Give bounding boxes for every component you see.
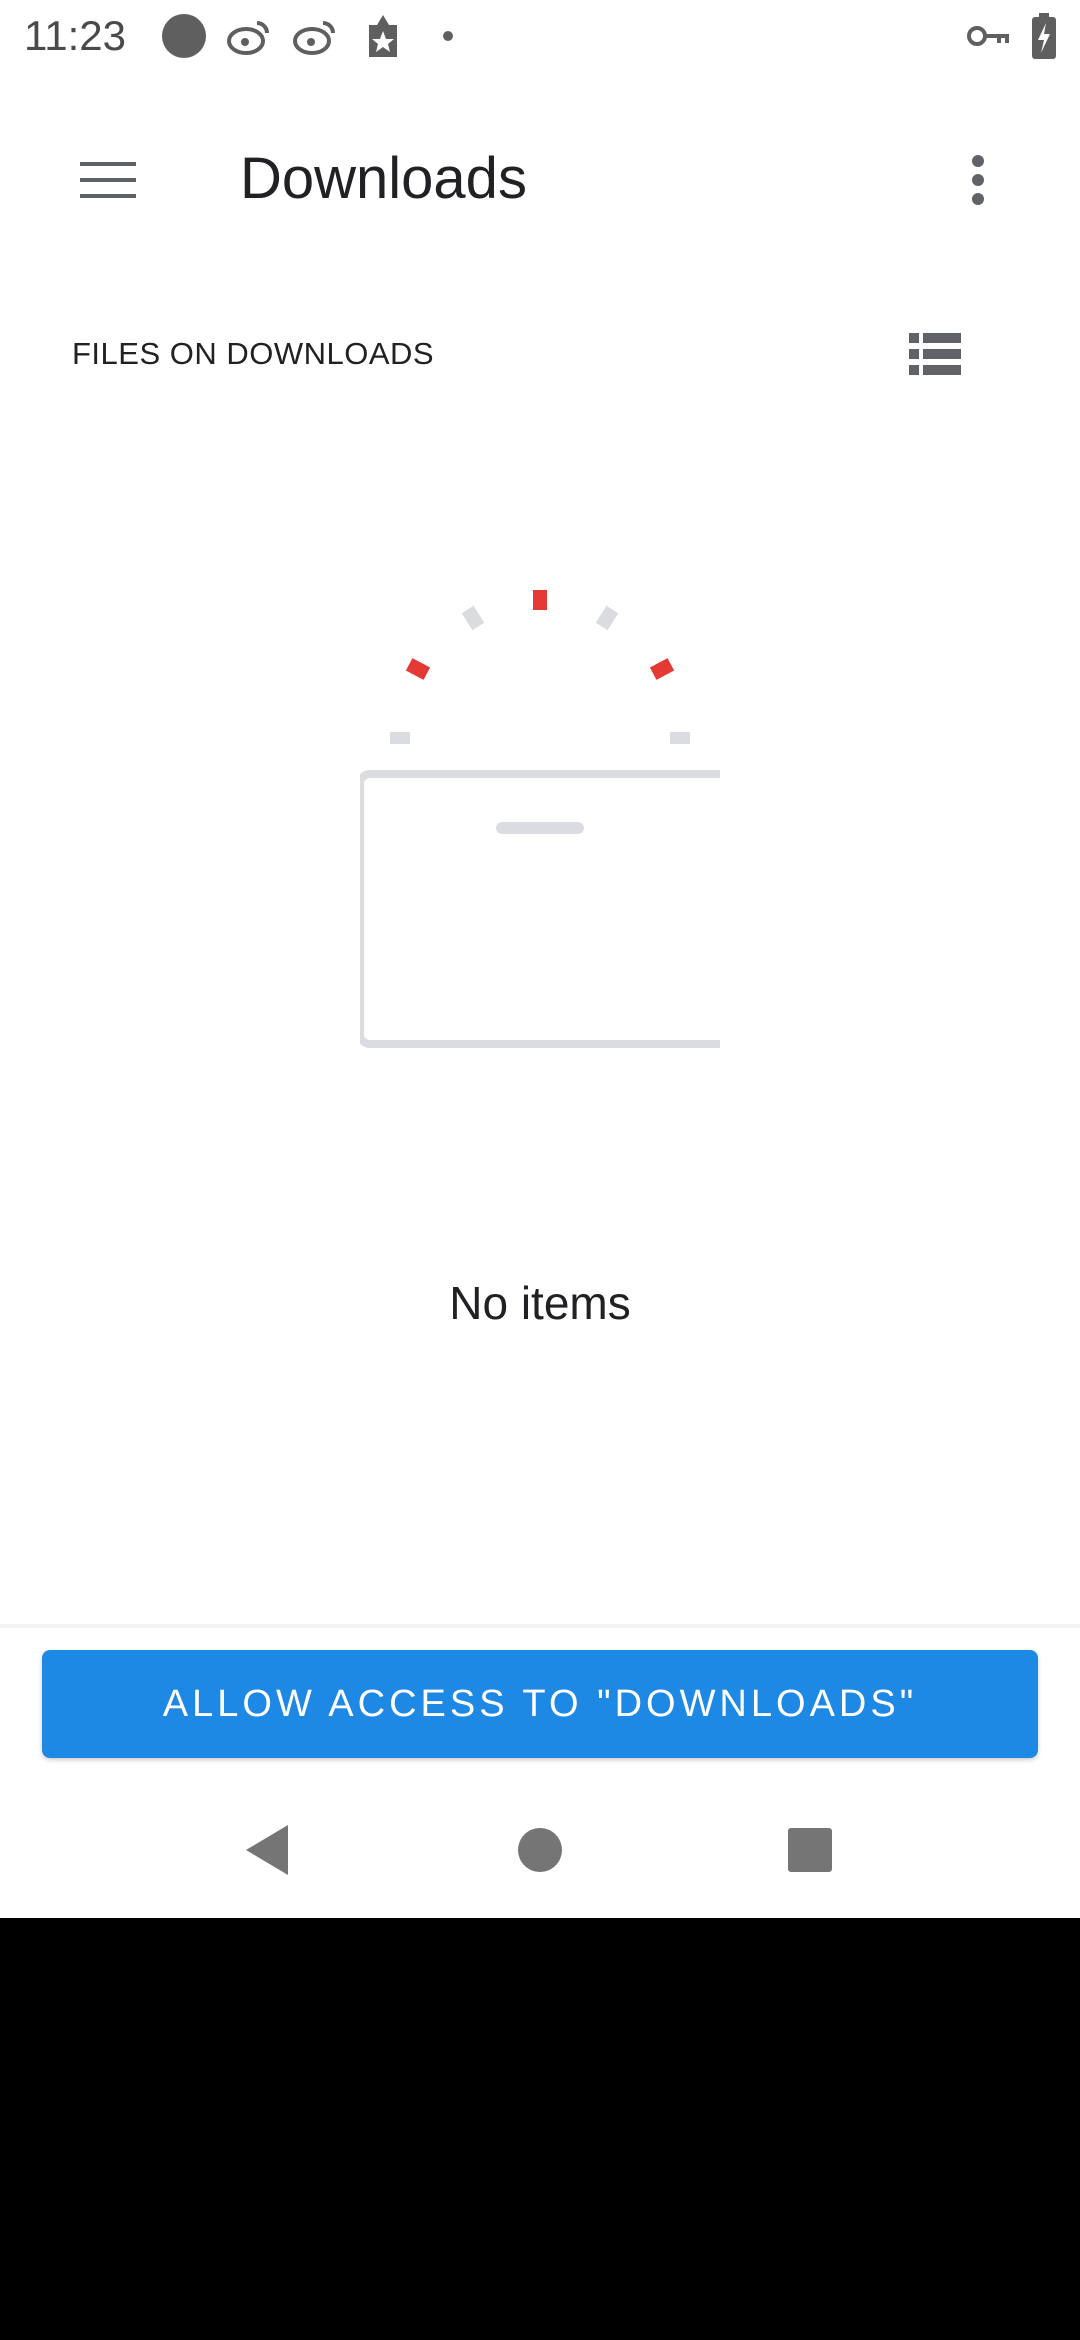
screen: 11:23 Downloads FILES ON DOWNLOADS No it… <box>0 0 1080 1918</box>
store-badge-icon <box>360 8 406 64</box>
bottom-divider <box>0 1624 1080 1628</box>
status-bar: 11:23 <box>0 0 1080 72</box>
nav-home-button[interactable] <box>490 1802 590 1898</box>
ray-right-mid <box>649 658 675 680</box>
ray-left-mid <box>405 658 431 680</box>
more-vert-icon <box>972 155 984 205</box>
vpn-key-icon <box>966 8 1010 64</box>
recents-icon <box>788 1828 832 1872</box>
ray-right-upper <box>595 605 619 631</box>
navigation-bar <box>0 1780 1080 1918</box>
tray-slot <box>496 822 584 834</box>
nav-recents-button[interactable] <box>760 1802 860 1898</box>
section-title: FILES ON DOWNLOADS <box>72 336 435 371</box>
weibo-icon <box>292 8 338 64</box>
hamburger-menu-icon <box>80 162 136 198</box>
status-time: 11:23 <box>24 12 126 59</box>
small-dot-icon <box>438 8 458 64</box>
empty-state-message: No items <box>449 1277 631 1329</box>
more-options-button[interactable] <box>930 128 1026 232</box>
weibo-icon <box>226 8 272 64</box>
hamburger-menu-button[interactable] <box>56 128 160 232</box>
section-header: FILES ON DOWNLOADS <box>0 300 1080 410</box>
empty-folder-illustration <box>356 572 734 1052</box>
allow-access-button[interactable]: ALLOW ACCESS TO "DOWNLOADS" <box>42 1650 1038 1758</box>
nav-back-button[interactable] <box>218 1802 318 1898</box>
dot-icon <box>160 8 208 64</box>
ray-right-low <box>670 732 690 744</box>
ray-left-low <box>390 732 410 744</box>
ray-top <box>533 590 547 610</box>
battery-charging-icon <box>1026 8 1062 64</box>
app-bar: Downloads <box>0 72 1080 268</box>
page-title: Downloads <box>240 146 527 211</box>
home-icon <box>518 1828 562 1872</box>
ray-left-upper <box>461 605 485 631</box>
list-view-toggle-button[interactable] <box>894 318 976 390</box>
back-icon <box>246 1825 288 1875</box>
tray-box <box>356 770 734 1048</box>
list-view-icon <box>909 333 961 375</box>
